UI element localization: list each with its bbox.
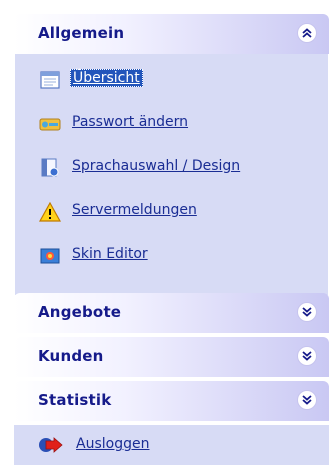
nav-item-label[interactable]: Übersicht	[70, 69, 143, 87]
skin-editor-icon	[39, 246, 61, 266]
nav-item-sprachauswahl[interactable]: Sprachauswahl / Design	[15, 146, 328, 190]
nav-item-label[interactable]: Sprachauswahl / Design	[72, 158, 240, 174]
logout-link[interactable]: Ausloggen	[76, 436, 149, 452]
key-icon	[39, 114, 61, 134]
logout-bar: Ausloggen	[14, 425, 329, 465]
group-title: Kunden	[38, 347, 104, 365]
group-kunden: Kunden	[14, 337, 329, 377]
group-title: Statistik	[38, 391, 112, 409]
group-statistik: Statistik	[14, 381, 329, 421]
nav-item-servermeldungen[interactable]: Servermeldungen	[15, 190, 328, 234]
group-allgemein: Allgemein Übersicht Passwort ändern Spra…	[14, 14, 329, 296]
group-angebote: Angebote	[14, 293, 329, 333]
nav-item-label[interactable]: Passwort ändern	[72, 114, 188, 130]
group-header-angebote[interactable]: Angebote	[14, 293, 329, 333]
navigation-panel: Allgemein Übersicht Passwort ändern Spra…	[0, 0, 332, 475]
nav-item-label[interactable]: Skin Editor	[72, 246, 148, 262]
expand-chevron-icon[interactable]	[297, 390, 317, 410]
group-title: Allgemein	[38, 24, 125, 42]
logout-arrow-icon	[38, 436, 64, 458]
group-title: Angebote	[38, 303, 122, 321]
document-icon	[39, 70, 61, 90]
nav-item-skin-editor[interactable]: Skin Editor	[15, 234, 328, 278]
group-body-allgemein: Übersicht Passwort ändern Sprachauswahl …	[14, 54, 329, 296]
group-header-allgemein[interactable]: Allgemein	[14, 14, 329, 54]
nav-item-passwort[interactable]: Passwort ändern	[15, 102, 328, 146]
nav-item-uebersicht[interactable]: Übersicht	[15, 58, 328, 102]
collapse-chevron-icon[interactable]	[297, 23, 317, 43]
group-header-kunden[interactable]: Kunden	[14, 337, 329, 377]
expand-chevron-icon[interactable]	[297, 302, 317, 322]
group-header-statistik[interactable]: Statistik	[14, 381, 329, 421]
settings-doc-icon	[39, 158, 61, 178]
expand-chevron-icon[interactable]	[297, 346, 317, 366]
nav-item-label[interactable]: Servermeldungen	[72, 202, 197, 218]
warning-icon	[38, 201, 62, 222]
